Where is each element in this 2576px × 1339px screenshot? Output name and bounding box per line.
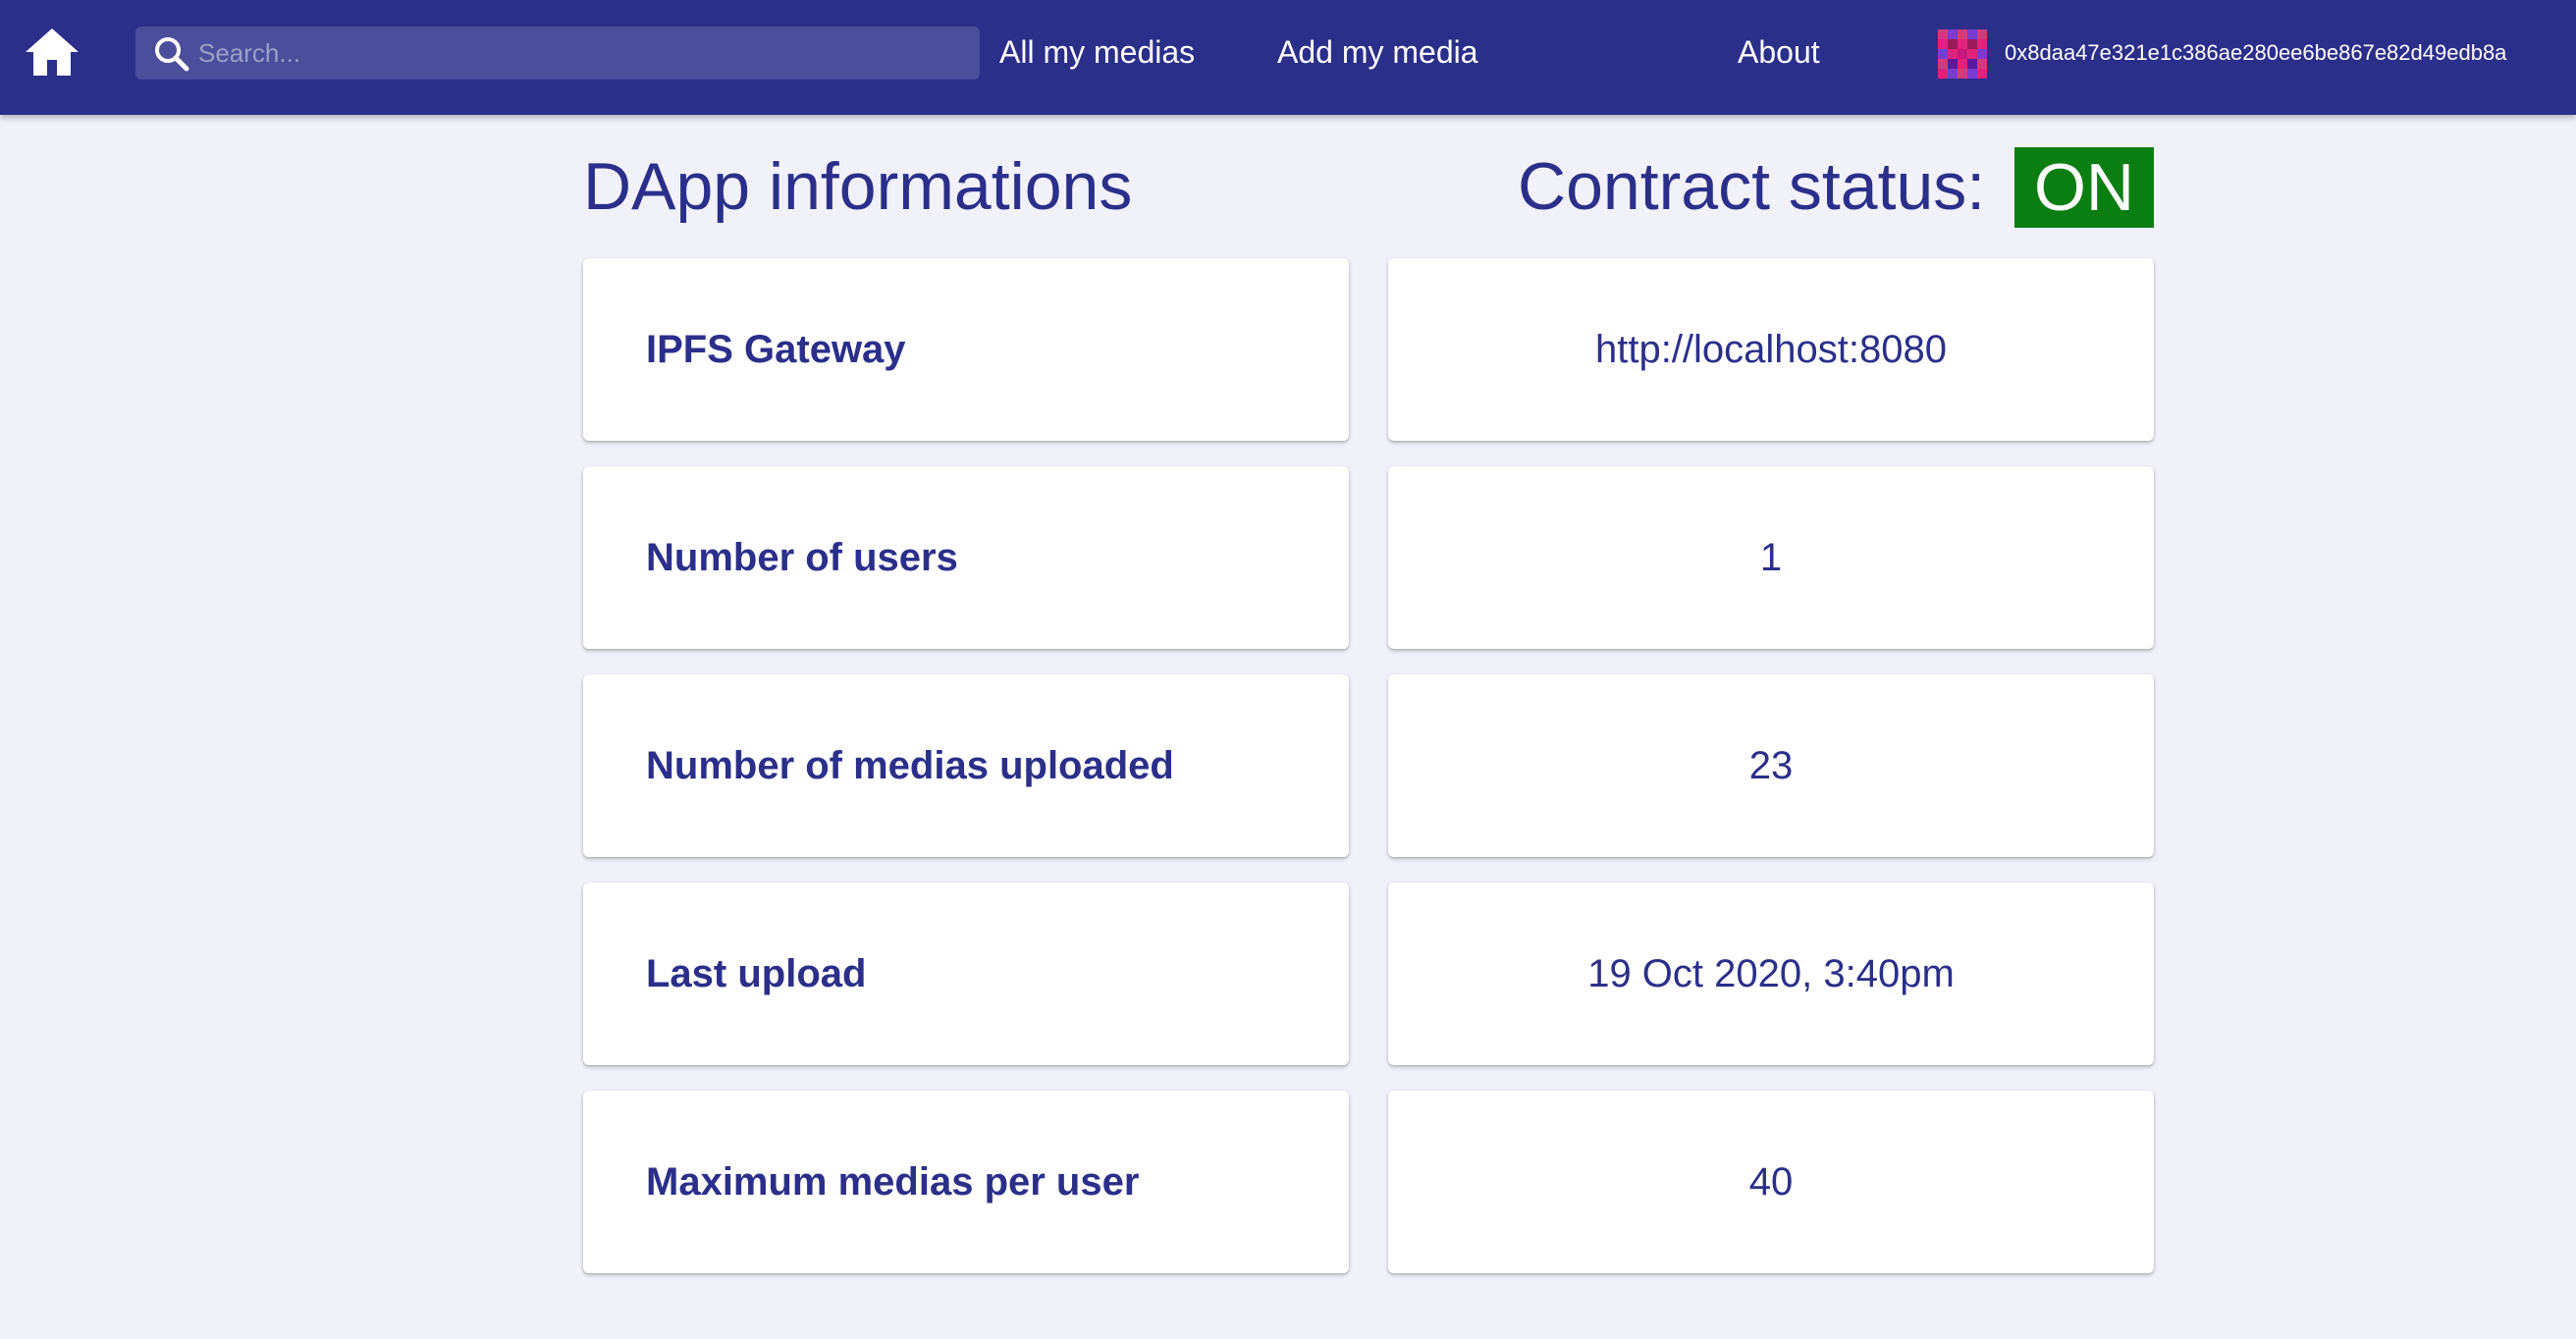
info-label-card: IPFS Gateway (583, 258, 1349, 441)
nav-add-my-media[interactable]: Add my media (1277, 29, 1478, 75)
page-title: DApp informations (583, 149, 1133, 224)
info-value: 1 (1759, 535, 1783, 579)
contract-status-label: Contract status: (1518, 149, 1986, 224)
info-label: IPFS Gateway (646, 327, 906, 371)
info-label: Last upload (646, 951, 867, 995)
search-input[interactable] (198, 27, 964, 80)
nav-about[interactable]: About (1738, 29, 1820, 75)
search-icon (155, 37, 189, 72)
info-value-card: http://localhost:8080 (1388, 258, 2154, 441)
home-icon (26, 28, 79, 76)
info-value-card: 19 Oct 2020, 3:40pm (1388, 883, 2154, 1065)
identicon-avatar[interactable] (1938, 29, 1987, 79)
search-bar[interactable] (135, 27, 980, 80)
info-value-card: 23 (1388, 674, 2154, 857)
info-value: 23 (1748, 743, 1794, 787)
info-label-card: Number of medias uploaded (583, 674, 1349, 857)
info-value: http://localhost:8080 (1594, 327, 1948, 371)
info-value: 19 Oct 2020, 3:40pm (1587, 951, 1955, 995)
account-address: 0x8daa47e321e1c386ae280ee6be867e82d49edb… (2005, 40, 2507, 65)
info-label: Number of medias uploaded (646, 743, 1174, 787)
info-value: 40 (1748, 1159, 1794, 1204)
contract-status-badge: ON (2014, 147, 2154, 228)
info-label: Maximum medias per user (646, 1159, 1140, 1204)
info-label-card: Last upload (583, 883, 1349, 1065)
home-button[interactable] (22, 22, 82, 82)
app-bar: All my medias Add my media About 0x8daa4… (0, 0, 2576, 115)
info-label-card: Maximum medias per user (583, 1091, 1349, 1273)
info-label: Number of users (646, 535, 958, 579)
nav-all-my-medias[interactable]: All my medias (999, 29, 1195, 75)
info-value-card: 40 (1388, 1091, 2154, 1273)
info-value-card: 1 (1388, 466, 2154, 649)
info-label-card: Number of users (583, 466, 1349, 649)
